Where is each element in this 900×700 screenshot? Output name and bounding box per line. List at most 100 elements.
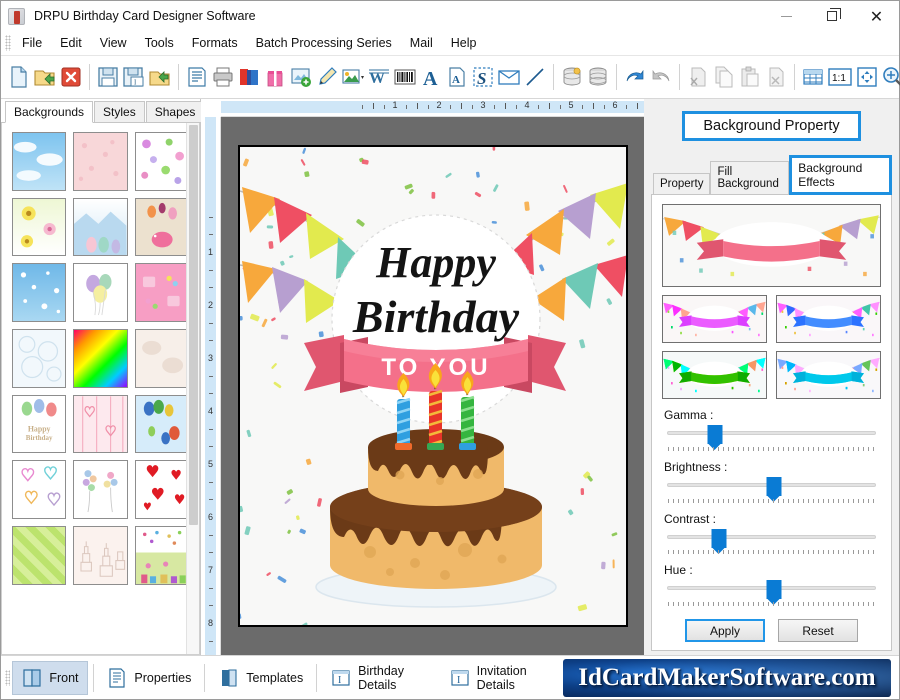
gamma-slider[interactable]: [667, 425, 876, 451]
bottom-item-properties[interactable]: Properties: [98, 661, 199, 695]
redo-icon[interactable]: [649, 63, 673, 92]
new-document-icon[interactable]: [7, 63, 31, 92]
open-folder-icon[interactable]: [33, 63, 57, 92]
grid-icon[interactable]: [801, 63, 825, 92]
card-design-canvas[interactable]: Happy Birthday TO YOU: [237, 145, 628, 627]
contrast-slider[interactable]: [667, 528, 876, 554]
background-thumbnail[interactable]: Happy Birthday: [12, 394, 67, 454]
background-thumbnail[interactable]: [134, 329, 189, 388]
tab-background-effects[interactable]: Background Effects: [789, 155, 892, 195]
text-file-icon[interactable]: A: [445, 63, 469, 92]
zoom-in-icon[interactable]: [881, 63, 900, 92]
canvas-workspace[interactable]: Happy Birthday TO YOU: [221, 117, 644, 655]
signature-icon[interactable]: S: [471, 63, 495, 92]
maximize-button[interactable]: [809, 1, 854, 31]
undo-icon[interactable]: [623, 63, 647, 92]
form-icon[interactable]: [185, 63, 209, 92]
menu-grip-handle[interactable]: [5, 35, 11, 51]
bottom-item-templates[interactable]: Templates: [210, 661, 311, 695]
slider-thumb[interactable]: [711, 528, 727, 554]
gift-icon[interactable]: [263, 63, 287, 92]
menu-item-tools[interactable]: Tools: [136, 33, 183, 53]
background-thumbnail[interactable]: [12, 526, 67, 585]
background-thumbnail[interactable]: [12, 197, 67, 257]
background-thumbnail[interactable]: [12, 329, 67, 388]
save-icon[interactable]: [96, 63, 120, 92]
background-thumbnail[interactable]: [12, 460, 67, 520]
watermark-icon[interactable]: W: [367, 63, 391, 92]
background-thumbnail[interactable]: [73, 526, 128, 585]
background-thumbnail[interactable]: [134, 197, 189, 257]
bottom-item-invitation-details[interactable]: I Invitation Details: [441, 661, 563, 695]
save-as-icon[interactable]: I: [122, 63, 146, 92]
hue-slider[interactable]: [667, 580, 876, 606]
vertical-ruler[interactable]: 12345678: [201, 117, 221, 655]
backgrounds-scroll-area[interactable]: Happy Birthday: [1, 123, 200, 655]
bottom-grip-handle[interactable]: [5, 669, 11, 686]
background-thumbnail[interactable]: [134, 132, 189, 191]
actual-size-icon[interactable]: 1:1: [827, 63, 853, 92]
backgrounds-scrollbar[interactable]: [186, 123, 199, 654]
card-stack-icon[interactable]: [237, 63, 261, 92]
effect-preview-magenta[interactable]: [662, 295, 767, 344]
effect-preview-violet[interactable]: [776, 295, 881, 344]
close-document-icon[interactable]: [59, 63, 83, 92]
tab-property[interactable]: Property: [653, 173, 711, 194]
tab-fill-background[interactable]: Fill Background: [710, 161, 790, 194]
paste-icon[interactable]: [738, 63, 762, 92]
horizontal-ruler[interactable]: 1234567: [221, 99, 644, 117]
slider-thumb[interactable]: [766, 477, 782, 503]
background-thumbnail[interactable]: [73, 394, 128, 454]
apply-button[interactable]: Apply: [685, 619, 765, 642]
background-thumbnail[interactable]: [134, 263, 189, 323]
background-thumbnail[interactable]: [12, 132, 67, 191]
background-thumbnail[interactable]: [73, 460, 128, 520]
background-thumbnail[interactable]: [73, 329, 128, 388]
delete-icon[interactable]: [764, 63, 788, 92]
add-image-icon[interactable]: [289, 63, 313, 92]
contrast-label: Contrast :: [664, 511, 717, 526]
reset-button[interactable]: Reset: [778, 619, 858, 642]
background-thumbnail[interactable]: [73, 132, 128, 191]
print-icon[interactable]: [211, 63, 235, 92]
background-thumbnail[interactable]: [134, 526, 189, 585]
tab-styles[interactable]: Styles: [94, 101, 145, 122]
menu-item-view[interactable]: View: [91, 33, 136, 53]
background-thumbnail[interactable]: [73, 263, 128, 323]
tab-shapes[interactable]: Shapes: [145, 101, 205, 122]
menu-item-mail[interactable]: Mail: [401, 33, 442, 53]
copy-icon[interactable]: [712, 63, 736, 92]
tab-backgrounds[interactable]: Backgrounds: [5, 101, 94, 123]
menu-item-batch-processing-series[interactable]: Batch Processing Series: [247, 33, 401, 53]
cut-icon[interactable]: [686, 63, 710, 92]
bottom-item-birthday-details[interactable]: I Birthday Details: [322, 661, 440, 695]
effect-preview-blue[interactable]: [776, 351, 881, 400]
database-icon[interactable]: [586, 63, 610, 92]
text-a-icon[interactable]: A: [419, 63, 443, 92]
brightness-slider[interactable]: [667, 477, 876, 503]
background-thumbnail[interactable]: [12, 263, 67, 323]
minimize-button[interactable]: [764, 1, 809, 31]
menu-item-file[interactable]: File: [13, 33, 51, 53]
background-thumbnail[interactable]: [134, 394, 189, 454]
close-button[interactable]: ✕: [854, 1, 899, 31]
picture-dropdown-icon[interactable]: [341, 63, 365, 92]
menu-item-edit[interactable]: Edit: [51, 33, 91, 53]
pen-icon[interactable]: [315, 63, 339, 92]
menu-item-formats[interactable]: Formats: [183, 33, 247, 53]
scrollbar-thumb[interactable]: [189, 125, 198, 525]
export-folder-icon[interactable]: [148, 63, 172, 92]
background-thumbnail[interactable]: [73, 197, 128, 257]
slider-thumb[interactable]: [707, 425, 723, 451]
bottom-item-front[interactable]: Front: [12, 660, 88, 695]
line-icon[interactable]: [523, 63, 547, 92]
mail-icon[interactable]: [497, 63, 521, 92]
database-add-icon[interactable]: [560, 63, 584, 92]
effect-preview-green[interactable]: [662, 351, 767, 400]
menu-item-help[interactable]: Help: [442, 33, 486, 53]
slider-thumb[interactable]: [766, 580, 782, 606]
effect-preview-original[interactable]: [662, 204, 881, 288]
barcode-icon[interactable]: [393, 63, 417, 92]
fit-page-icon[interactable]: [855, 63, 879, 92]
background-thumbnail[interactable]: [134, 460, 189, 520]
